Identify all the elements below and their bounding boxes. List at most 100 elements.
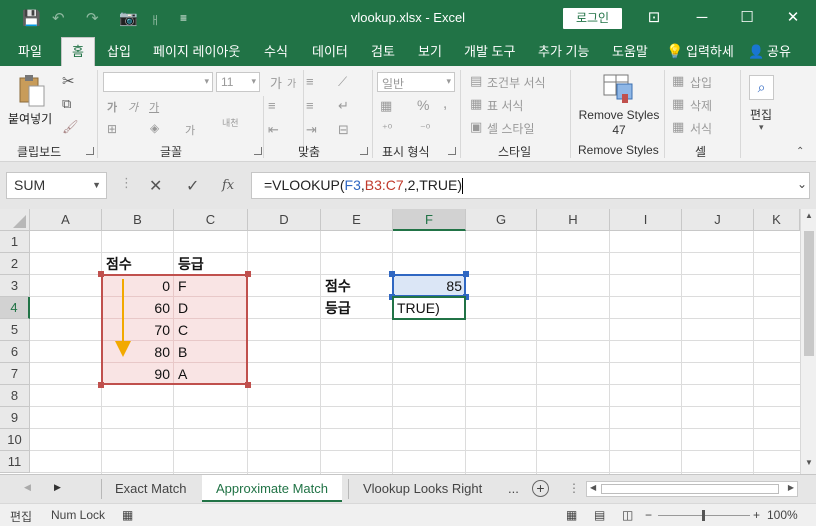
grow-font-icon[interactable]: 가 — [270, 73, 282, 92]
more-sheets-button[interactable]: ... — [508, 481, 519, 496]
conditional-format-button[interactable]: 조건부 서식 — [487, 74, 546, 91]
vertical-scrollbar[interactable]: ▲ ▼ — [800, 209, 816, 474]
cell-E4[interactable]: 등급 — [321, 297, 393, 319]
select-all-corner[interactable] — [0, 209, 30, 231]
phonetic-icon[interactable]: 내천 — [222, 118, 239, 128]
row-header[interactable]: 2 — [0, 253, 30, 275]
row-header[interactable]: 3 — [0, 275, 30, 297]
drag-handle-icon[interactable]: ⋮ — [120, 175, 133, 191]
split-handle-icon[interactable]: ⋮ — [568, 481, 580, 495]
bold-button[interactable]: 가 — [107, 99, 117, 115]
cell-B3[interactable]: 0 — [102, 275, 174, 297]
normal-view-icon[interactable]: ▦ — [566, 508, 577, 522]
cell-E3[interactable]: 점수 — [321, 275, 393, 297]
formula-input[interactable]: =VLOOKUP(F3,B3:C7,2,TRUE) — [251, 172, 810, 199]
cell-C3[interactable]: F — [174, 275, 248, 297]
align-left-icon[interactable]: ≡ — [306, 98, 314, 113]
tell-me-search[interactable]: 입력하세 — [686, 37, 734, 66]
tab-home[interactable]: 홈 — [61, 37, 95, 67]
row-header[interactable]: 4 — [0, 297, 30, 319]
column-header[interactable]: B — [102, 209, 174, 231]
fill-color-icon[interactable]: ◈ — [150, 121, 159, 135]
column-header[interactable]: F — [393, 209, 466, 231]
macro-record-icon[interactable]: ▦ — [122, 508, 133, 522]
worksheet-grid[interactable]: A B C D E F G H I J K 1 2 3 4 5 6 7 8 9 … — [0, 209, 816, 474]
page-break-view-icon[interactable]: ◫ — [622, 508, 633, 522]
paste-icon[interactable] — [17, 74, 45, 108]
prev-sheet-icon[interactable]: ◀ — [24, 482, 31, 493]
enter-icon[interactable]: ✓ — [186, 176, 199, 196]
cell-C5[interactable]: C — [174, 319, 248, 341]
tab-review[interactable]: 검토 — [371, 37, 395, 66]
cell-B2[interactable]: 점수 — [102, 253, 174, 275]
horizontal-scrollbar[interactable]: ◀ ▶ — [586, 481, 798, 497]
scroll-right-icon[interactable]: ▶ — [788, 483, 794, 492]
accounting-format-icon[interactable]: ▦ — [380, 98, 392, 114]
close-icon[interactable]: ✕ — [783, 8, 803, 28]
indent-icon[interactable]: ⇤ — [268, 122, 279, 138]
decrease-decimal-icon[interactable]: ⁻⁰ — [420, 122, 430, 135]
row-header[interactable]: 7 — [0, 363, 30, 385]
font-launcher-icon[interactable] — [254, 147, 262, 155]
add-sheet-icon[interactable]: + — [532, 480, 549, 497]
zoom-slider-thumb[interactable] — [702, 510, 705, 521]
align-middle-icon[interactable]: ≡ — [306, 74, 314, 89]
zoom-level[interactable]: 100% — [767, 508, 798, 522]
cell-F3[interactable]: 85 — [393, 275, 466, 297]
column-header[interactable]: C — [174, 209, 248, 231]
format-table-icon[interactable]: ▦ — [470, 96, 482, 112]
cell-C4[interactable]: D — [174, 297, 248, 319]
orientation-icon[interactable]: ⟋ — [338, 74, 347, 90]
zoom-out-icon[interactable]: − — [645, 508, 652, 522]
borders-icon[interactable]: ⊞ — [107, 122, 117, 136]
row-header[interactable]: 9 — [0, 407, 30, 429]
outdent-icon[interactable]: ⇥ — [306, 122, 317, 138]
scroll-down-icon[interactable]: ▼ — [803, 458, 815, 472]
cell-B7[interactable]: 90 — [102, 363, 174, 385]
cell-B5[interactable]: 70 — [102, 319, 174, 341]
name-box[interactable]: SUM ▼ — [6, 172, 107, 199]
page-layout-view-icon[interactable]: ▤ — [594, 508, 605, 522]
font-size-dropdown[interactable]: 11 ▾ — [216, 72, 260, 92]
number-launcher-icon[interactable] — [448, 147, 456, 155]
delete-cells-button[interactable]: 삭제 — [690, 97, 712, 114]
align-top-icon[interactable]: ≡ — [268, 98, 276, 113]
format-cells-icon[interactable]: ▦ — [672, 119, 684, 135]
scroll-left-icon[interactable]: ◀ — [590, 483, 596, 492]
tab-data[interactable]: 데이터 — [312, 37, 348, 66]
tab-view[interactable]: 보기 — [418, 37, 442, 66]
cell-styles-icon[interactable]: ▣ — [470, 119, 482, 135]
remove-styles-button[interactable]: Remove Styles — [578, 108, 660, 122]
insert-cells-icon[interactable]: ▦ — [672, 73, 684, 89]
row-header[interactable]: 11 — [0, 451, 30, 473]
sheet-tab[interactable]: Exact Match — [101, 475, 201, 502]
minimize-icon[interactable]: ─ — [692, 8, 712, 28]
remove-styles-icon[interactable] — [603, 72, 635, 104]
ribbon-display-icon[interactable]: ⊡ — [644, 8, 664, 28]
conditional-format-icon[interactable]: ▤ — [470, 73, 482, 89]
cancel-icon[interactable]: ✕ — [149, 176, 162, 196]
column-header[interactable]: E — [321, 209, 393, 231]
underline-button[interactable]: 가 — [149, 99, 159, 115]
insert-cells-button[interactable]: 삽입 — [690, 74, 712, 91]
maximize-icon[interactable]: ☐ — [737, 8, 757, 28]
scroll-thumb[interactable] — [601, 484, 779, 494]
tab-addins[interactable]: 추가 기능 — [538, 37, 589, 66]
expand-formula-icon[interactable]: ⌄ — [797, 177, 807, 191]
login-button[interactable]: 로그인 — [563, 8, 622, 29]
paste-button[interactable]: 붙여넣기 — [8, 110, 52, 127]
column-header[interactable]: H — [537, 209, 610, 231]
delete-cells-icon[interactable]: ▦ — [672, 96, 684, 112]
number-format-dropdown[interactable]: 일반 ▾ — [377, 72, 455, 92]
cell-styles-button[interactable]: 셀 스타일 — [487, 120, 535, 137]
cut-icon[interactable]: ✂ — [62, 72, 75, 90]
tab-page-layout[interactable]: 페이지 레이아웃 — [153, 37, 240, 66]
tab-file[interactable]: 파일 — [18, 37, 42, 66]
copy-icon[interactable]: ⧉ — [62, 96, 71, 112]
italic-button[interactable]: 가 — [128, 99, 138, 115]
next-sheet-icon[interactable]: ▶ — [54, 482, 61, 493]
search-icon[interactable]: ⌕ — [749, 75, 774, 100]
row-header[interactable]: 5 — [0, 319, 30, 341]
format-painter-icon[interactable]: 🖌 — [62, 119, 79, 135]
font-name-dropdown[interactable]: ▾ — [103, 72, 213, 92]
